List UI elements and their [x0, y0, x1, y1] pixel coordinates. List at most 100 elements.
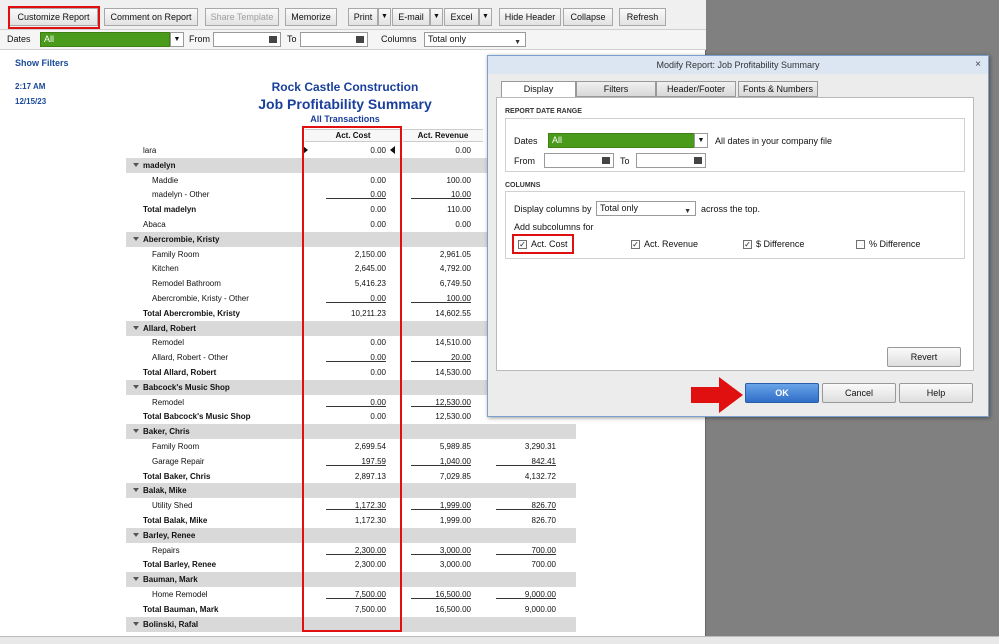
- row-label: Total Baker, Chris: [143, 471, 211, 481]
- act-revenue-checkbox-label: Act. Revenue: [644, 239, 699, 249]
- row-label: Total Allard, Robert: [143, 368, 217, 377]
- comment-on-report-button[interactable]: Comment on Report: [104, 8, 198, 26]
- act-revenue-value: 1,999.00: [439, 516, 471, 525]
- row-label: Maddie: [152, 175, 179, 185]
- dialog-dates-select[interactable]: All: [548, 133, 696, 148]
- calendar-icon[interactable]: [269, 36, 277, 43]
- row-label: Abercrombie, Kristy: [143, 234, 220, 244]
- memorize-button[interactable]: Memorize: [285, 8, 337, 26]
- row-label: Baker, Chris: [143, 427, 190, 437]
- act-revenue-value: 12,530.00: [435, 412, 471, 422]
- act-revenue-value: 16,500.00: [435, 604, 471, 614]
- collapse-triangle-icon[interactable]: [133, 325, 139, 330]
- date-range-group: Dates All ▼ All dates in your company fi…: [505, 118, 965, 172]
- dollar-difference-checkbox-label: $ Difference: [756, 239, 805, 249]
- row-label: Total Balak, Mike: [143, 516, 208, 525]
- help-button[interactable]: Help: [899, 383, 973, 403]
- collapse-triangle-icon[interactable]: [133, 532, 139, 537]
- act-revenue-value: 5,989.85: [439, 442, 471, 451]
- columns-select[interactable]: Total only ▼: [424, 32, 526, 47]
- print-dropdown-icon[interactable]: ▼: [378, 8, 391, 26]
- act-revenue-value: 7,029.85: [439, 471, 471, 481]
- act-revenue-value: 3,000.00: [439, 560, 471, 570]
- display-by-select[interactable]: Total only ▼: [596, 201, 696, 216]
- tab-filters[interactable]: Filters: [576, 81, 656, 97]
- row-label: Allard, Robert - Other: [152, 353, 229, 363]
- highlight-customize-report: [8, 6, 100, 29]
- collapse-triangle-icon[interactable]: [133, 577, 139, 582]
- hide-header-button[interactable]: Hide Header: [499, 8, 561, 26]
- collapse-button[interactable]: Collapse: [563, 8, 613, 26]
- email-button[interactable]: E-mail: [392, 8, 430, 26]
- act-revenue-value: 100.00: [446, 175, 471, 185]
- row-label: Bolinski, Rafal: [143, 619, 199, 629]
- share-template-button[interactable]: Share Template: [205, 8, 279, 26]
- percent-difference-checkbox[interactable]: [856, 240, 865, 249]
- revert-button[interactable]: Revert: [887, 347, 961, 367]
- row-label: Home Remodel: [152, 590, 208, 599]
- dialog-from-input[interactable]: [544, 153, 614, 168]
- row-label: Total Babcock's Music Shop: [143, 412, 251, 422]
- date-range-header: REPORT DATE RANGE: [505, 108, 582, 115]
- row-label: Babcock's Music Shop: [143, 382, 230, 392]
- red-arrow-icon: [691, 377, 743, 413]
- dialog-to-label: To: [620, 156, 630, 166]
- calendar-icon[interactable]: [694, 157, 702, 164]
- cancel-button[interactable]: Cancel: [822, 383, 896, 403]
- email-dropdown-icon[interactable]: ▼: [430, 8, 443, 26]
- excel-button[interactable]: Excel: [444, 8, 479, 26]
- collapse-triangle-icon[interactable]: [133, 488, 139, 493]
- modify-report-dialog: Modify Report: Job Profitability Summary…: [487, 55, 989, 417]
- act-revenue-value: 110.00: [447, 205, 471, 215]
- row-label: Family Room: [152, 442, 200, 451]
- act-revenue-value: 2,961.05: [439, 249, 471, 259]
- close-icon[interactable]: ×: [975, 59, 981, 70]
- row-label: Garage Repair: [152, 456, 205, 466]
- from-date-input[interactable]: [213, 32, 281, 47]
- act-revenue-value: 6,749.50: [439, 279, 471, 289]
- row-label: Remodel: [152, 338, 185, 348]
- show-filters-link[interactable]: Show Filters: [15, 58, 69, 68]
- difference-value: 826.70: [531, 516, 556, 525]
- tab-display[interactable]: Display: [501, 81, 576, 98]
- dates-dropdown-icon[interactable]: ▼: [170, 32, 184, 47]
- act-revenue-value: 10.00: [411, 187, 471, 200]
- collapse-triangle-icon[interactable]: [133, 162, 139, 167]
- collapse-triangle-icon[interactable]: [133, 429, 139, 434]
- to-date-input[interactable]: [300, 32, 368, 47]
- report-subtitle: All Transactions: [310, 114, 380, 124]
- ok-button[interactable]: OK: [745, 383, 819, 403]
- difference-value: 3,290.31: [524, 442, 556, 451]
- collapse-triangle-icon[interactable]: [133, 384, 139, 389]
- act-revenue-value: 0.00: [455, 146, 471, 155]
- column-header-act-revenue[interactable]: Act. Revenue: [403, 129, 483, 142]
- act-revenue-value: 14,530.00: [435, 368, 471, 377]
- columns-header: COLUMNS: [505, 182, 541, 189]
- calendar-icon[interactable]: [356, 36, 364, 43]
- act-revenue-value: 4,792.00: [439, 264, 471, 274]
- dialog-to-input[interactable]: [636, 153, 706, 168]
- collapse-triangle-icon[interactable]: [133, 236, 139, 241]
- act-revenue-checkbox[interactable]: ✓: [631, 240, 640, 249]
- dollar-difference-checkbox[interactable]: ✓: [743, 240, 752, 249]
- tab-header-footer[interactable]: Header/Footer: [656, 81, 736, 97]
- print-button[interactable]: Print: [348, 8, 378, 26]
- difference-value: 826.70: [496, 498, 556, 511]
- row-label: Barley, Renee: [143, 530, 196, 540]
- refresh-button[interactable]: Refresh: [619, 8, 666, 26]
- subcolumns-label: Add subcolumns for: [514, 222, 594, 232]
- dialog-dates-dropdown-icon[interactable]: ▼: [694, 133, 708, 148]
- columns-value: Total only: [428, 34, 467, 44]
- across-label: across the top.: [701, 204, 761, 214]
- tab-fonts-numbers[interactable]: Fonts & Numbers: [738, 81, 818, 97]
- display-panel: REPORT DATE RANGE Dates All ▼ All dates …: [496, 97, 974, 371]
- difference-value: 9,000.00: [524, 604, 556, 614]
- percent-difference-checkbox-label: % Difference: [869, 239, 921, 249]
- act-revenue-value: 1,040.00: [411, 454, 471, 466]
- excel-dropdown-icon[interactable]: ▼: [479, 8, 492, 26]
- collapse-triangle-icon[interactable]: [133, 621, 139, 626]
- calendar-icon[interactable]: [602, 157, 610, 164]
- act-revenue-value: 12,530.00: [411, 395, 471, 407]
- dates-select[interactable]: All: [40, 32, 170, 47]
- row-label: lara: [143, 146, 157, 155]
